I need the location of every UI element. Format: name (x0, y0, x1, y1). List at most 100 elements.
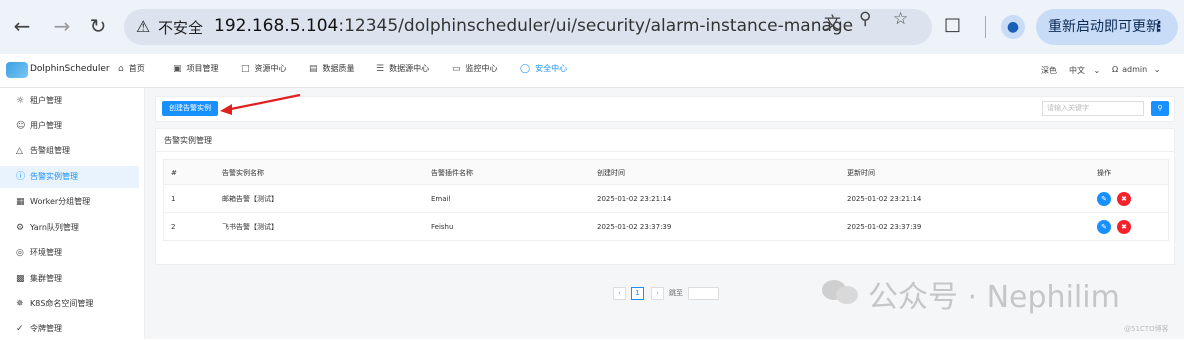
watermark-text: 公众号 · Nephilim (868, 280, 1120, 315)
logo-text[interactable]: DolphinScheduler (30, 64, 110, 74)
menu-data-quality-label: 数据质量 (322, 64, 355, 73)
delete-icon[interactable]: ✖ (1117, 192, 1131, 206)
update-button[interactable]: 重新启动即可更新 ⋮ (1036, 9, 1178, 45)
plugin-name: Email (431, 195, 451, 203)
edit-icon[interactable]: ✎ (1097, 192, 1111, 206)
sidebar-item-label: 集群管理 (30, 274, 62, 283)
menu-datasource[interactable]: ☰ 数据源中心 (376, 63, 429, 74)
column-header: 更新时间 (847, 169, 875, 177)
menu-security-label: 安全中心 (535, 64, 568, 73)
more-menu-icon[interactable]: ⋮ (1152, 9, 1166, 45)
update-label: 重新启动即可更新 (1048, 19, 1160, 35)
menu-resources[interactable]: □ 资源中心 (241, 63, 287, 74)
card-divider (156, 151, 1174, 152)
sidebar-item-label: K8S命名空间管理 (30, 299, 94, 308)
forward-icon[interactable]: → (48, 12, 76, 40)
jump-page-input[interactable] (688, 287, 719, 300)
sidebar-item-users[interactable]: ☺ 用户管理 (0, 115, 139, 137)
table-row: 1 邮箱告警【测试】 Email 2025-01-02 23:21:14 202… (163, 185, 1169, 213)
language-select[interactable]: 中文 ⌄ (1069, 65, 1100, 76)
sidebar-item-alarm-instance[interactable]: ⓘ 告警实例管理 (0, 166, 139, 188)
sidebar-item-alarm-group[interactable]: △ 告警组管理 (0, 140, 139, 162)
action-bar: 创建告警实例 请输入关键字 ⚲ (155, 96, 1175, 122)
user-menu[interactable]: Ωadmin ⌄ (1112, 65, 1160, 74)
translate-icon[interactable]: 文 (824, 9, 841, 34)
page-number-current[interactable]: 1 (631, 287, 644, 300)
gear-icon: ⚙ (16, 223, 25, 233)
sidebar-item-token[interactable]: ✓ 令牌管理 (0, 318, 139, 340)
column-header: 告警实例名称 (222, 169, 264, 177)
jump-label: 跳至 (669, 289, 683, 297)
info-icon: ⓘ (16, 172, 26, 182)
cluster-icon: ▩ (16, 274, 25, 284)
search-icon[interactable]: ⚲ (1151, 101, 1169, 116)
address-bar[interactable]: ⚠ 不安全 192.168.5.104:12345/dolphinschedul… (124, 9, 932, 45)
menu-datasource-label: 数据源中心 (389, 64, 430, 73)
environment-icon: ◎ (16, 248, 24, 258)
annotation-arrow-icon (220, 93, 301, 115)
reload-icon[interactable]: ↻ (84, 12, 112, 40)
menu-monitor[interactable]: ▭ 监控中心 (452, 63, 498, 74)
sidebar-item-worker-group[interactable]: ▦ Worker分组管理 (0, 191, 139, 213)
table-header-row: # 告警实例名称 告警插件名称 创建时间 更新时间 操作 (163, 159, 1169, 185)
column-header: 操作 (1097, 169, 1111, 177)
url-path: :12345/dolphinscheduler/ui/security/alar… (338, 16, 854, 36)
sidebar-item-label: 租户管理 (30, 96, 62, 105)
back-icon[interactable]: ← (8, 12, 36, 40)
menu-data-quality[interactable]: ▤ 数据质量 (309, 63, 355, 74)
chevron-down-icon: ⌄ (1153, 65, 1161, 74)
edit-icon[interactable]: ✎ (1097, 220, 1111, 234)
extensions-icon[interactable]: □ (944, 14, 961, 35)
project-icon: ▣ (173, 64, 182, 74)
toolbar-divider (985, 16, 986, 38)
sidebar-item-yarn-queue[interactable]: ⚙ Yarn队列管理 (0, 217, 139, 239)
sidebar-item-label: 告警组管理 (30, 146, 70, 155)
delete-icon[interactable]: ✖ (1117, 220, 1131, 234)
security-label[interactable]: 不安全 (158, 17, 203, 38)
menu-security[interactable]: ◯ 安全中心 (520, 63, 567, 74)
tenant-icon: ☼ (16, 96, 25, 106)
menu-home[interactable]: ⌂ 首页 (118, 63, 145, 74)
user-name: admin (1122, 65, 1148, 74)
profile-avatar[interactable]: ● (1001, 15, 1025, 39)
user-icon: ☺ (16, 121, 26, 131)
next-page-button[interactable]: › (651, 287, 664, 300)
column-header: # (171, 169, 177, 177)
zoom-icon[interactable]: ⚲ (859, 9, 871, 29)
search-input[interactable]: 请输入关键字 (1042, 101, 1144, 116)
app-header: DolphinScheduler ⌂ 首页 ▣ 项目管理 □ 资源中心 ▤ 数据质量 ☰… (0, 54, 1184, 88)
folder-icon: □ (241, 64, 250, 74)
row-index: 2 (171, 223, 176, 231)
wechat-icon (822, 280, 858, 304)
theme-toggle[interactable]: 深色 (1041, 65, 1057, 76)
worker-icon: ▦ (16, 197, 25, 207)
warning-icon[interactable]: ⚠ (136, 17, 150, 36)
token-icon: ✓ (16, 324, 24, 334)
menu-home-label: 首页 (128, 64, 145, 73)
menu-projects[interactable]: ▣ 项目管理 (173, 63, 219, 74)
menu-resources-label: 资源中心 (254, 64, 287, 73)
sidebar-item-environment[interactable]: ◎ 环境管理 (0, 242, 139, 264)
k8s-icon: ✵ (16, 299, 24, 309)
table-row: 2 飞书告警【测试】 Feishu 2025-01-02 23:37:39 20… (163, 213, 1169, 241)
sidebar-item-cluster[interactable]: ▩ 集群管理 (0, 268, 139, 290)
bookmark-star-icon[interactable]: ☆ (893, 9, 908, 29)
sidebar-item-label: 告警实例管理 (30, 172, 78, 181)
dolphinscheduler-logo-icon[interactable] (6, 62, 28, 78)
user-icon: Ω (1112, 65, 1119, 74)
sidebar-item-tenant[interactable]: ☼ 租户管理 (0, 90, 139, 112)
update-time: 2025-01-02 23:21:14 (847, 195, 922, 203)
url-text[interactable]: 192.168.5.104:12345/dolphinscheduler/ui/… (214, 16, 853, 36)
monitor-icon: ▭ (452, 64, 461, 74)
home-icon: ⌂ (118, 64, 124, 74)
create-time: 2025-01-02 23:21:14 (597, 195, 672, 203)
row-index: 1 (171, 195, 176, 203)
sidebar: ☼ 租户管理 ☺ 用户管理 △ 告警组管理 ⓘ 告警实例管理 ▦ Worker分组管理 ⚙… (0, 88, 145, 339)
sidebar-item-label: 用户管理 (30, 121, 62, 130)
prev-page-button[interactable]: ‹ (613, 287, 626, 300)
plugin-name: Feishu (431, 223, 454, 231)
sidebar-item-label: 令牌管理 (30, 324, 62, 333)
sidebar-item-k8s-namespace[interactable]: ✵ K8S命名空间管理 (0, 293, 139, 315)
update-time: 2025-01-02 23:37:39 (847, 223, 922, 231)
alarm-instance-card: 告警实例管理 # 告警实例名称 告警插件名称 创建时间 更新时间 操作 1 邮箱… (155, 128, 1175, 300)
